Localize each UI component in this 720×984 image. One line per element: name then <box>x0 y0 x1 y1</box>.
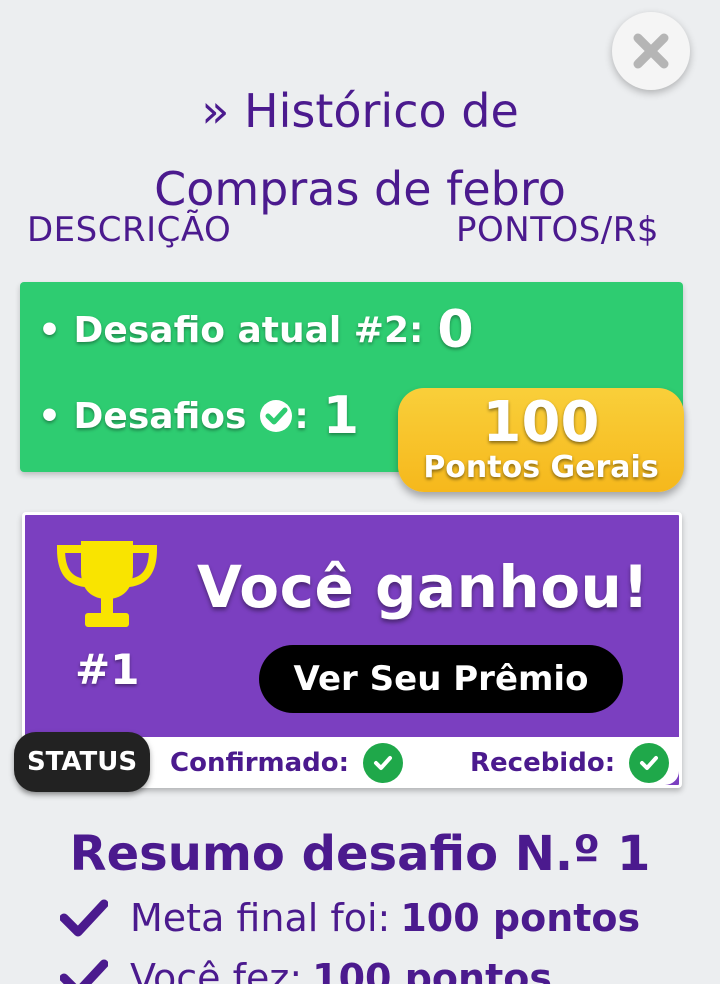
rank-label: #1 <box>75 645 140 694</box>
current-challenge-row: • Desafio atual #2: 0 <box>38 300 474 360</box>
completed-challenges-row: • Desafios : 1 <box>38 386 359 446</box>
completed-challenges-value: 1 <box>322 386 359 446</box>
summary-line-label: Você fez: <box>130 956 303 984</box>
general-points-badge: 100 Pontos Gerais <box>398 388 684 492</box>
title-line-1: » Histórico de <box>201 84 519 138</box>
check-circle-icon <box>260 400 293 432</box>
column-header-points: PONTOS/R$ <box>456 210 660 250</box>
close-icon <box>633 33 669 69</box>
view-prize-button[interactable]: Ver Seu Prêmio <box>259 645 623 713</box>
status-received-label: Recebido: <box>470 748 616 778</box>
status-confirmed: Confirmado: <box>170 740 404 786</box>
checkmark-icon <box>60 899 108 937</box>
prize-headline: Você ganhou! <box>197 553 650 621</box>
check-circle-icon <box>363 743 404 783</box>
status-pill: STATUS <box>14 732 150 792</box>
column-header-description: DESCRIÇÃO <box>27 210 232 250</box>
general-points-label: Pontos Gerais <box>423 450 659 485</box>
summary-line: Você fez: 100 pontos <box>60 956 552 984</box>
page-title: » Histórico de Compras de febro <box>0 72 720 228</box>
summary-line-label: Meta final foi: <box>130 896 391 940</box>
trophy-icon <box>56 541 158 627</box>
summary-line-value: 100 pontos <box>312 956 552 984</box>
current-challenge-value: 0 <box>437 300 474 360</box>
check-circle-icon <box>629 743 670 783</box>
summary-line: Meta final foi: 100 pontos <box>60 896 640 940</box>
summary-title: Resumo desafio N.º 1 <box>69 826 651 882</box>
summary-line-value: 100 pontos <box>400 896 641 940</box>
general-points-value: 100 <box>482 390 600 455</box>
completed-challenges-colon: : <box>294 395 309 437</box>
completed-challenges-label: • Desafios <box>38 395 247 437</box>
title-line-2: Compras de febro <box>154 162 566 216</box>
status-received: Recebido: <box>470 740 670 786</box>
checkmark-icon <box>60 959 108 984</box>
status-confirmed-label: Confirmado: <box>170 748 350 778</box>
current-challenge-label: • Desafio atual #2: <box>38 309 424 351</box>
